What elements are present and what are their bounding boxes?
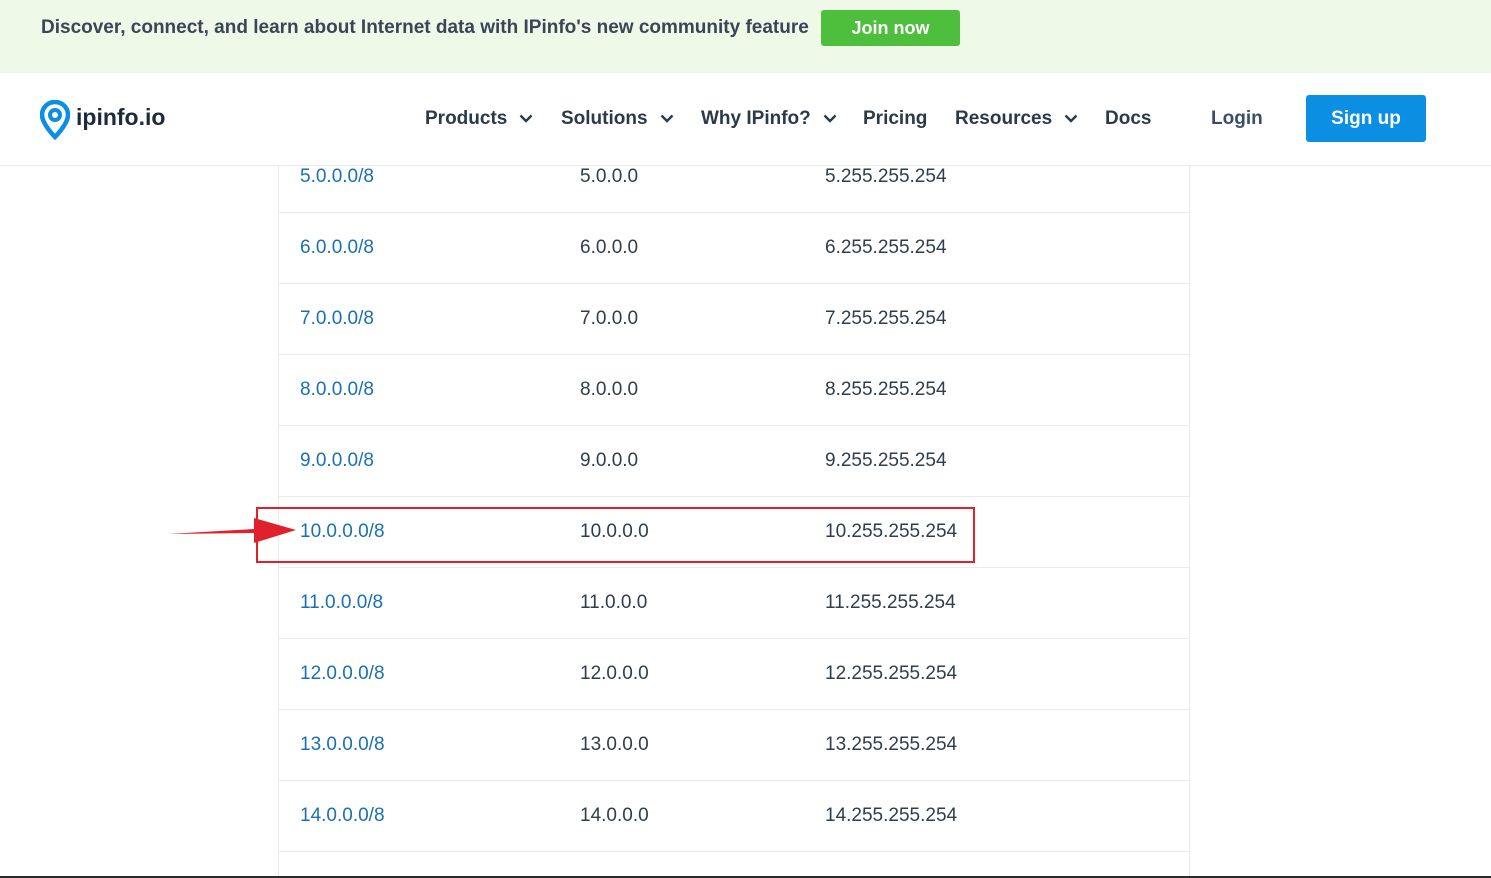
ip-range-link[interactable]: 11.0.0.0/8	[300, 567, 383, 638]
ip-range-link[interactable]: 7.0.0.0/8	[300, 283, 374, 354]
ip-range-link[interactable]: 13.0.0.0/8	[300, 709, 385, 780]
table-row: 6.0.0.0/8 6.0.0.0 6.255.255.254	[279, 212, 1189, 284]
range-end: 12.255.255.254	[825, 663, 958, 684]
table-row: 11.0.0.0/8 11.0.0.0 11.255.255.254	[279, 567, 1189, 639]
nav-pricing[interactable]: Pricing	[863, 104, 927, 134]
location-pin-icon	[40, 100, 70, 140]
table-row: 13.0.0.0/8 13.0.0.0 13.255.255.254	[279, 709, 1189, 781]
banner-text: Discover, connect, and learn about Inter…	[41, 17, 809, 38]
nav-resources-label: Resources	[955, 108, 1053, 129]
table-row: 7.0.0.0/8 7.0.0.0 7.255.255.254	[279, 283, 1189, 355]
range-end: 9.255.255.254	[825, 450, 947, 471]
range-start: 7.0.0.0	[580, 308, 639, 329]
highlight-box	[256, 507, 975, 563]
range-end: 7.255.255.254	[825, 308, 947, 329]
range-end: 8.255.255.254	[825, 379, 947, 400]
range-start: 6.0.0.0	[580, 237, 639, 258]
nav-solutions[interactable]: Solutions	[561, 104, 674, 134]
range-end: 14.255.255.254	[825, 805, 958, 826]
chevron-down-icon	[660, 115, 673, 124]
ip-range-link[interactable]: 14.0.0.0/8	[300, 780, 385, 851]
red-arrow-icon	[168, 518, 296, 543]
join-now-button[interactable]: Join now	[821, 10, 960, 46]
announcement-banner: Discover, connect, and learn about Inter…	[0, 0, 1491, 73]
ip-range-link[interactable]: 12.0.0.0/8	[300, 638, 385, 709]
range-end: 11.255.255.254	[825, 592, 956, 613]
sign-up-button[interactable]: Sign up	[1306, 95, 1426, 142]
nav-why-ipinfo-label: Why IPinfo?	[701, 108, 811, 129]
site-header: ipinfo.io Products Solutions Why IPinfo?…	[0, 73, 1491, 166]
range-start: 12.0.0.0	[580, 663, 649, 684]
range-end: 13.255.255.254	[825, 734, 958, 755]
login-link[interactable]: Login	[1211, 104, 1263, 134]
logo-text: ipinfo.io	[76, 104, 166, 130]
ip-range-link[interactable]: 8.0.0.0/8	[300, 354, 374, 425]
range-end: 6.255.255.254	[825, 237, 947, 258]
nav-why-ipinfo[interactable]: Why IPinfo?	[701, 104, 837, 134]
range-start: 9.0.0.0	[580, 450, 639, 471]
table-row: 12.0.0.0/8 12.0.0.0 12.255.255.254	[279, 638, 1189, 710]
nav-resources[interactable]: Resources	[955, 104, 1078, 134]
table-row: 8.0.0.0/8 8.0.0.0 8.255.255.254	[279, 354, 1189, 426]
table-row: 9.0.0.0/8 9.0.0.0 9.255.255.254	[279, 425, 1189, 497]
chevron-down-icon	[1064, 115, 1078, 124]
nav-docs[interactable]: Docs	[1105, 104, 1151, 134]
ip-range-link[interactable]: 6.0.0.0/8	[300, 212, 374, 283]
nav-products-label: Products	[425, 108, 508, 129]
range-start: 8.0.0.0	[580, 379, 639, 400]
nav-solutions-label: Solutions	[561, 108, 648, 129]
range-start: 14.0.0.0	[580, 805, 649, 826]
range-start: 11.0.0.0	[580, 592, 648, 613]
chevron-down-icon	[823, 115, 837, 124]
ip-range-link[interactable]: 9.0.0.0/8	[300, 425, 374, 496]
nav-products[interactable]: Products	[425, 104, 533, 134]
nav-pricing-label: Pricing	[863, 108, 928, 129]
range-start: 13.0.0.0	[580, 734, 649, 755]
chevron-down-icon	[520, 115, 533, 124]
table-row: 14.0.0.0/8 14.0.0.0 14.255.255.254	[279, 780, 1189, 852]
nav-docs-label: Docs	[1105, 108, 1152, 129]
